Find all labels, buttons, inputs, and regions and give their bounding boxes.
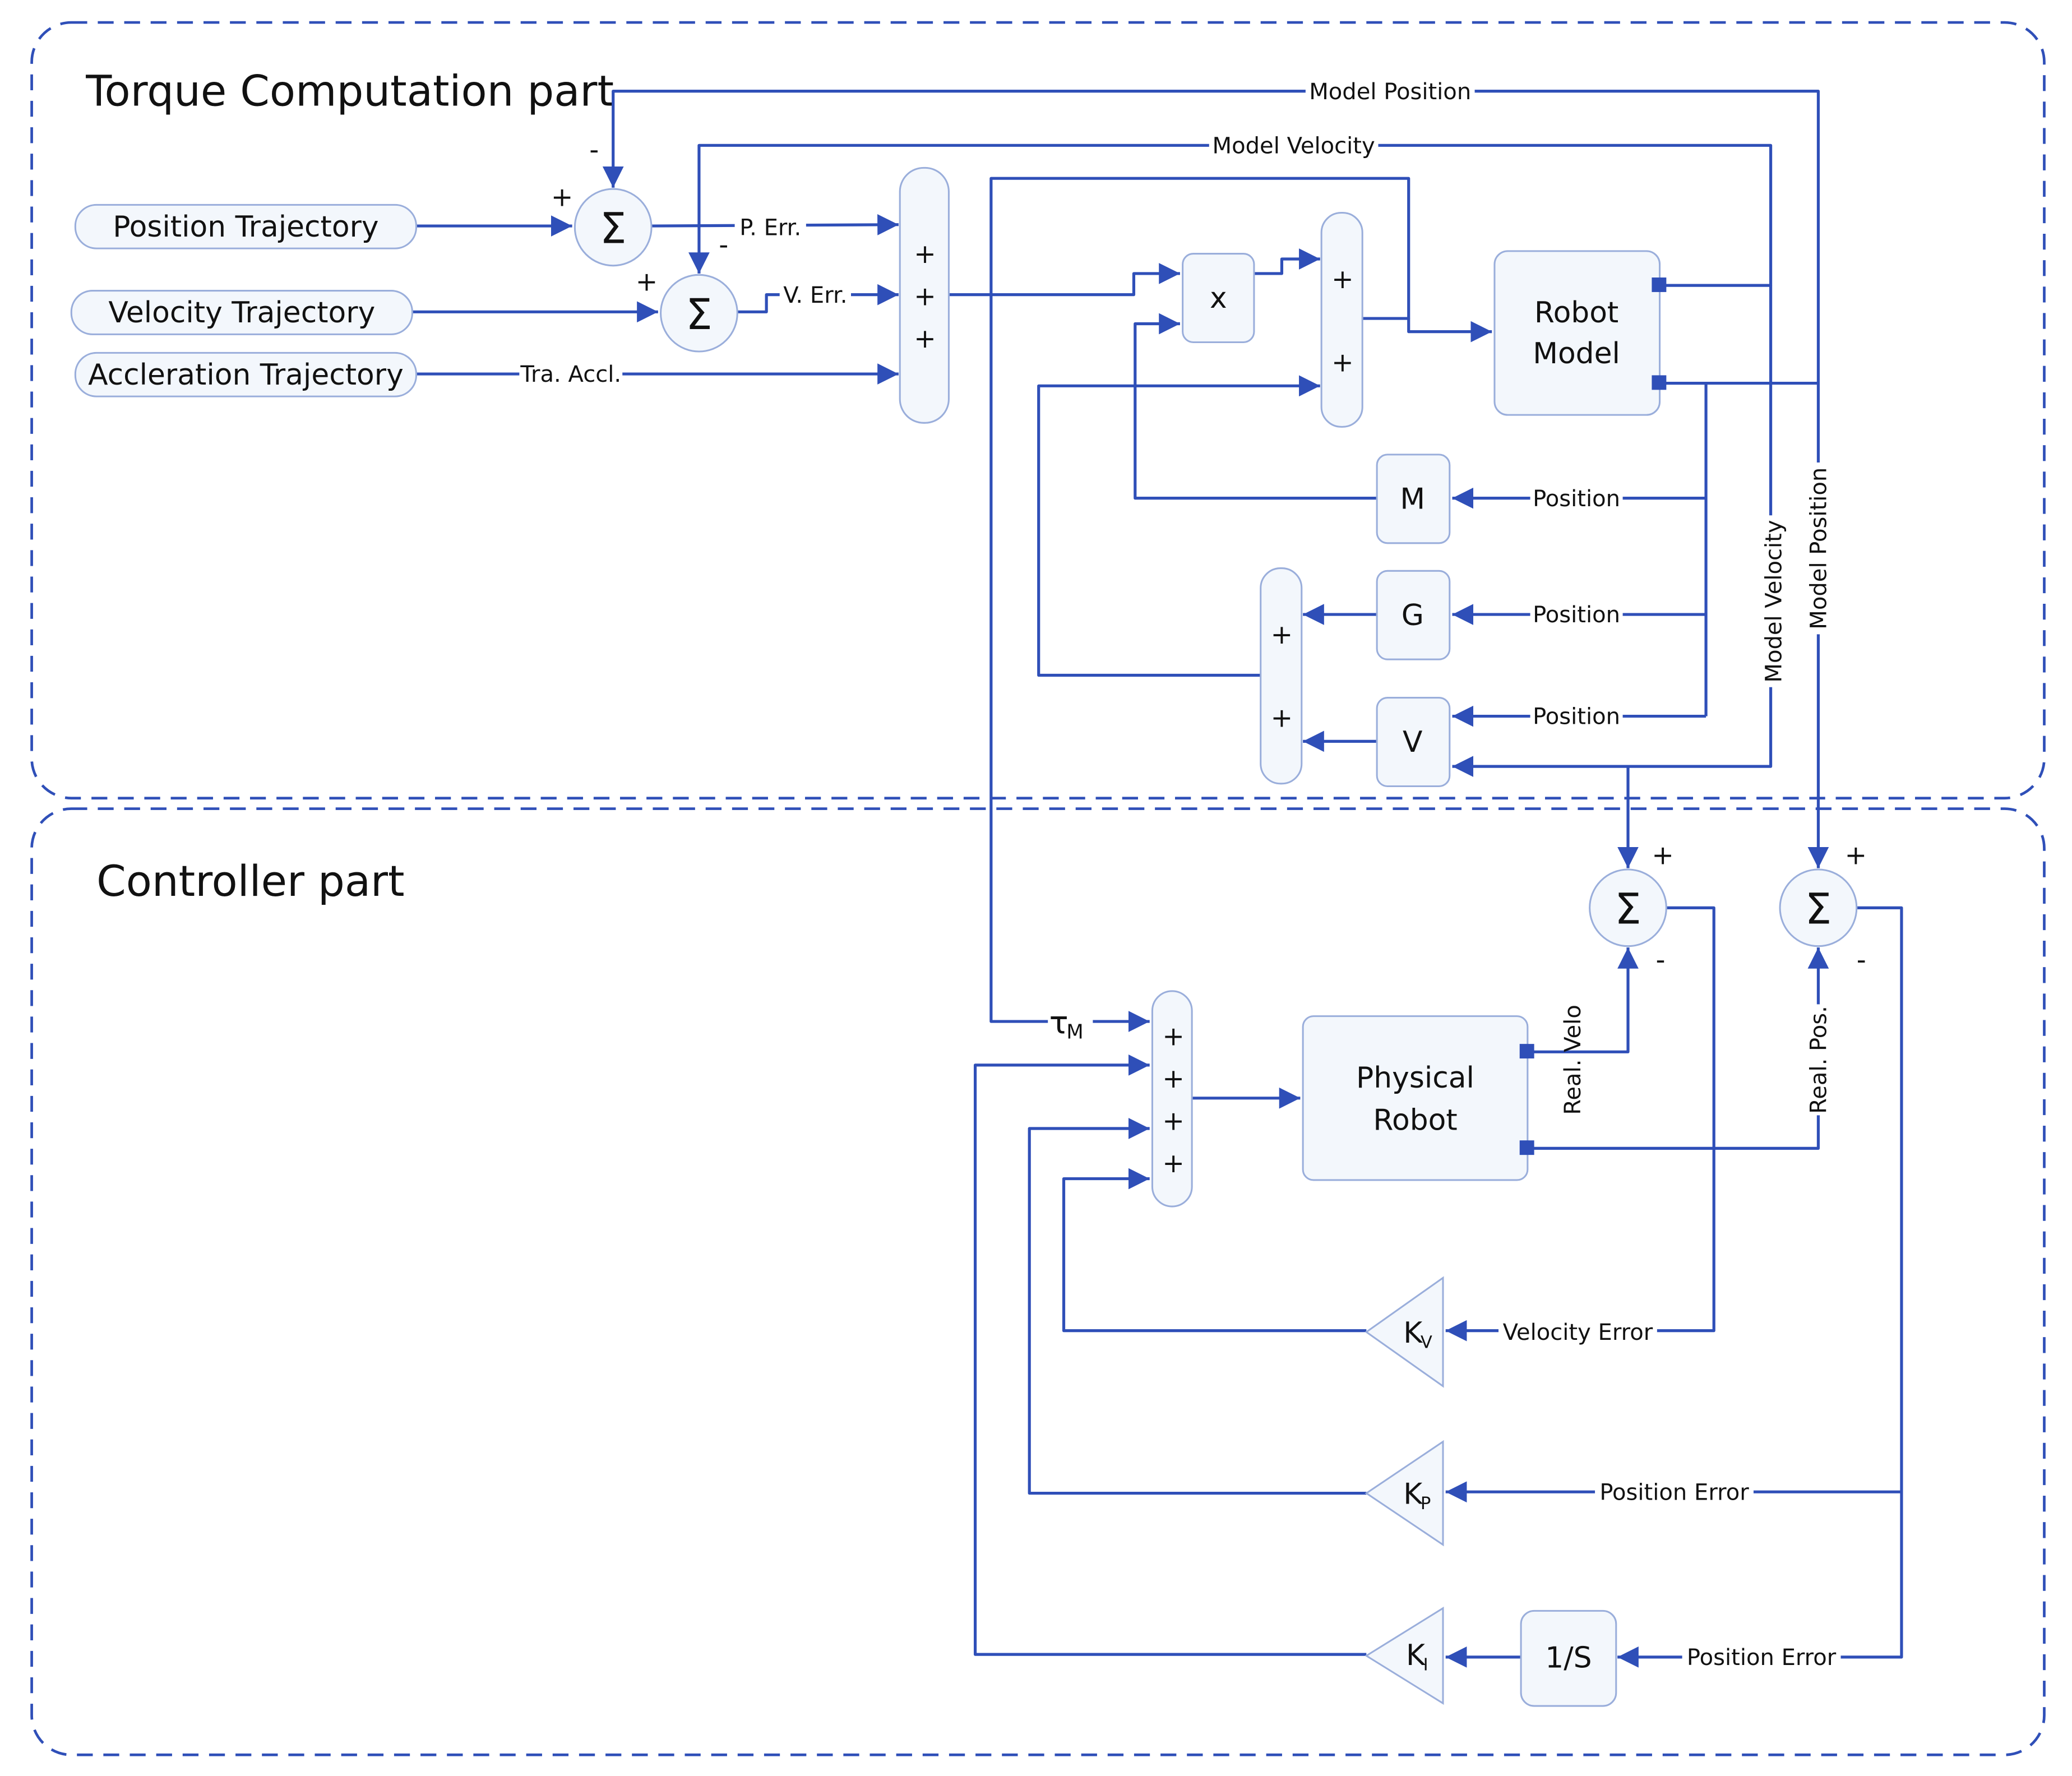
physical-robot-block: Physical Robot [1302, 1015, 1534, 1181]
svg-text:M: M [1400, 482, 1425, 516]
sign: - [1857, 945, 1866, 975]
sign: + [1652, 840, 1674, 871]
sign: + [1845, 840, 1867, 871]
position-trajectory-label: Position Trajectory [113, 210, 378, 244]
svg-text:Σ: Σ [1615, 885, 1641, 934]
position-label-g: Position [1533, 602, 1620, 628]
velocity-error-label: Velocity Error [1503, 1320, 1653, 1345]
sum-position-error: Σ [1779, 868, 1858, 947]
controller-group [30, 807, 2046, 1756]
control-block-diagram: Torque Computation part Controller part [30, 21, 2046, 1756]
svg-text:Σ: Σ [1805, 885, 1832, 934]
svg-text:G: G [1402, 599, 1424, 632]
adder-torque: + + [1320, 211, 1363, 428]
integrator-block: 1/S [1520, 1609, 1617, 1707]
multiply-block: x [1182, 253, 1255, 344]
adder-acceleration: + + + [899, 166, 950, 424]
sign: - [1656, 945, 1666, 975]
tau-subscript: M [1066, 1021, 1084, 1044]
sign: - [589, 135, 599, 165]
svg-text:1/S: 1/S [1545, 1641, 1592, 1675]
svg-text:Physical: Physical [1356, 1061, 1474, 1095]
model-velocity-label: Model Velocity [1213, 133, 1375, 159]
svg-text:+: + [1271, 619, 1293, 650]
model-position-vertical-label: Model Position [1806, 468, 1832, 630]
svg-text:+: + [914, 239, 936, 270]
v-block: V [1376, 697, 1451, 788]
svg-text:V: V [1403, 725, 1423, 759]
m-block: M [1376, 454, 1451, 544]
svg-text:+: + [1331, 264, 1354, 295]
robot-model-block: Robot Model [1493, 250, 1667, 416]
controller-title: Controller part [96, 857, 405, 906]
velocity-trajectory-label: Velocity Trajectory [108, 296, 375, 330]
sum-position: Σ [574, 188, 653, 267]
svg-text:Robot: Robot [1373, 1103, 1457, 1137]
position-error-label-ki: Position Error [1687, 1645, 1837, 1671]
real-velo-label: Real. Velo [1560, 1005, 1586, 1114]
sign: + [551, 182, 573, 213]
svg-text:+: + [1271, 702, 1293, 733]
connections [412, 90, 1903, 1668]
svg-text:Σ: Σ [600, 204, 627, 253]
tau-label: τ [1049, 1004, 1069, 1041]
position-error-label-kp: Position Error [1599, 1479, 1749, 1505]
svg-text:+: + [1331, 347, 1354, 378]
svg-text:+: + [1162, 1063, 1185, 1094]
adder-gv: + + [1260, 567, 1303, 785]
g-block: G [1376, 570, 1451, 660]
svg-text:V: V [1421, 1333, 1432, 1352]
svg-text:x: x [1210, 281, 1227, 315]
torque-computation-title: Torque Computation part [85, 67, 614, 116]
kv-gain: KV [1365, 1276, 1444, 1388]
kp-gain: KP [1365, 1440, 1444, 1547]
p-err-label: P. Err. [739, 215, 801, 241]
position-label-m: Position [1533, 486, 1620, 512]
sign: - [719, 230, 728, 261]
model-position-label: Model Position [1309, 79, 1471, 105]
tra-accl-label: Tra. Accl. [520, 362, 621, 387]
acceleration-trajectory-label: Accleration Trajectory [88, 358, 404, 392]
position-label-v: Position [1533, 704, 1620, 730]
svg-text:+: + [1162, 1148, 1185, 1179]
svg-text:P: P [1421, 1494, 1431, 1514]
v-err-label: V. Err. [783, 283, 847, 308]
adder-controller: + + + + [1151, 990, 1193, 1208]
sum-velocity-error: Σ [1589, 868, 1667, 947]
sign: + [636, 267, 658, 298]
model-velocity-vertical-label: Model Velocity [1761, 520, 1787, 682]
svg-text:+: + [914, 323, 936, 354]
svg-text:Robot: Robot [1534, 296, 1618, 330]
svg-text:+: + [1162, 1106, 1185, 1136]
svg-text:+: + [914, 281, 936, 312]
svg-text:Σ: Σ [686, 290, 713, 339]
svg-text:I: I [1423, 1655, 1428, 1675]
real-pos-label: Real. Pos. [1806, 1006, 1832, 1114]
svg-text:Model: Model [1533, 337, 1620, 371]
svg-text:+: + [1162, 1021, 1185, 1052]
ki-gain: KI [1365, 1606, 1444, 1705]
sum-velocity: Σ [660, 274, 738, 353]
